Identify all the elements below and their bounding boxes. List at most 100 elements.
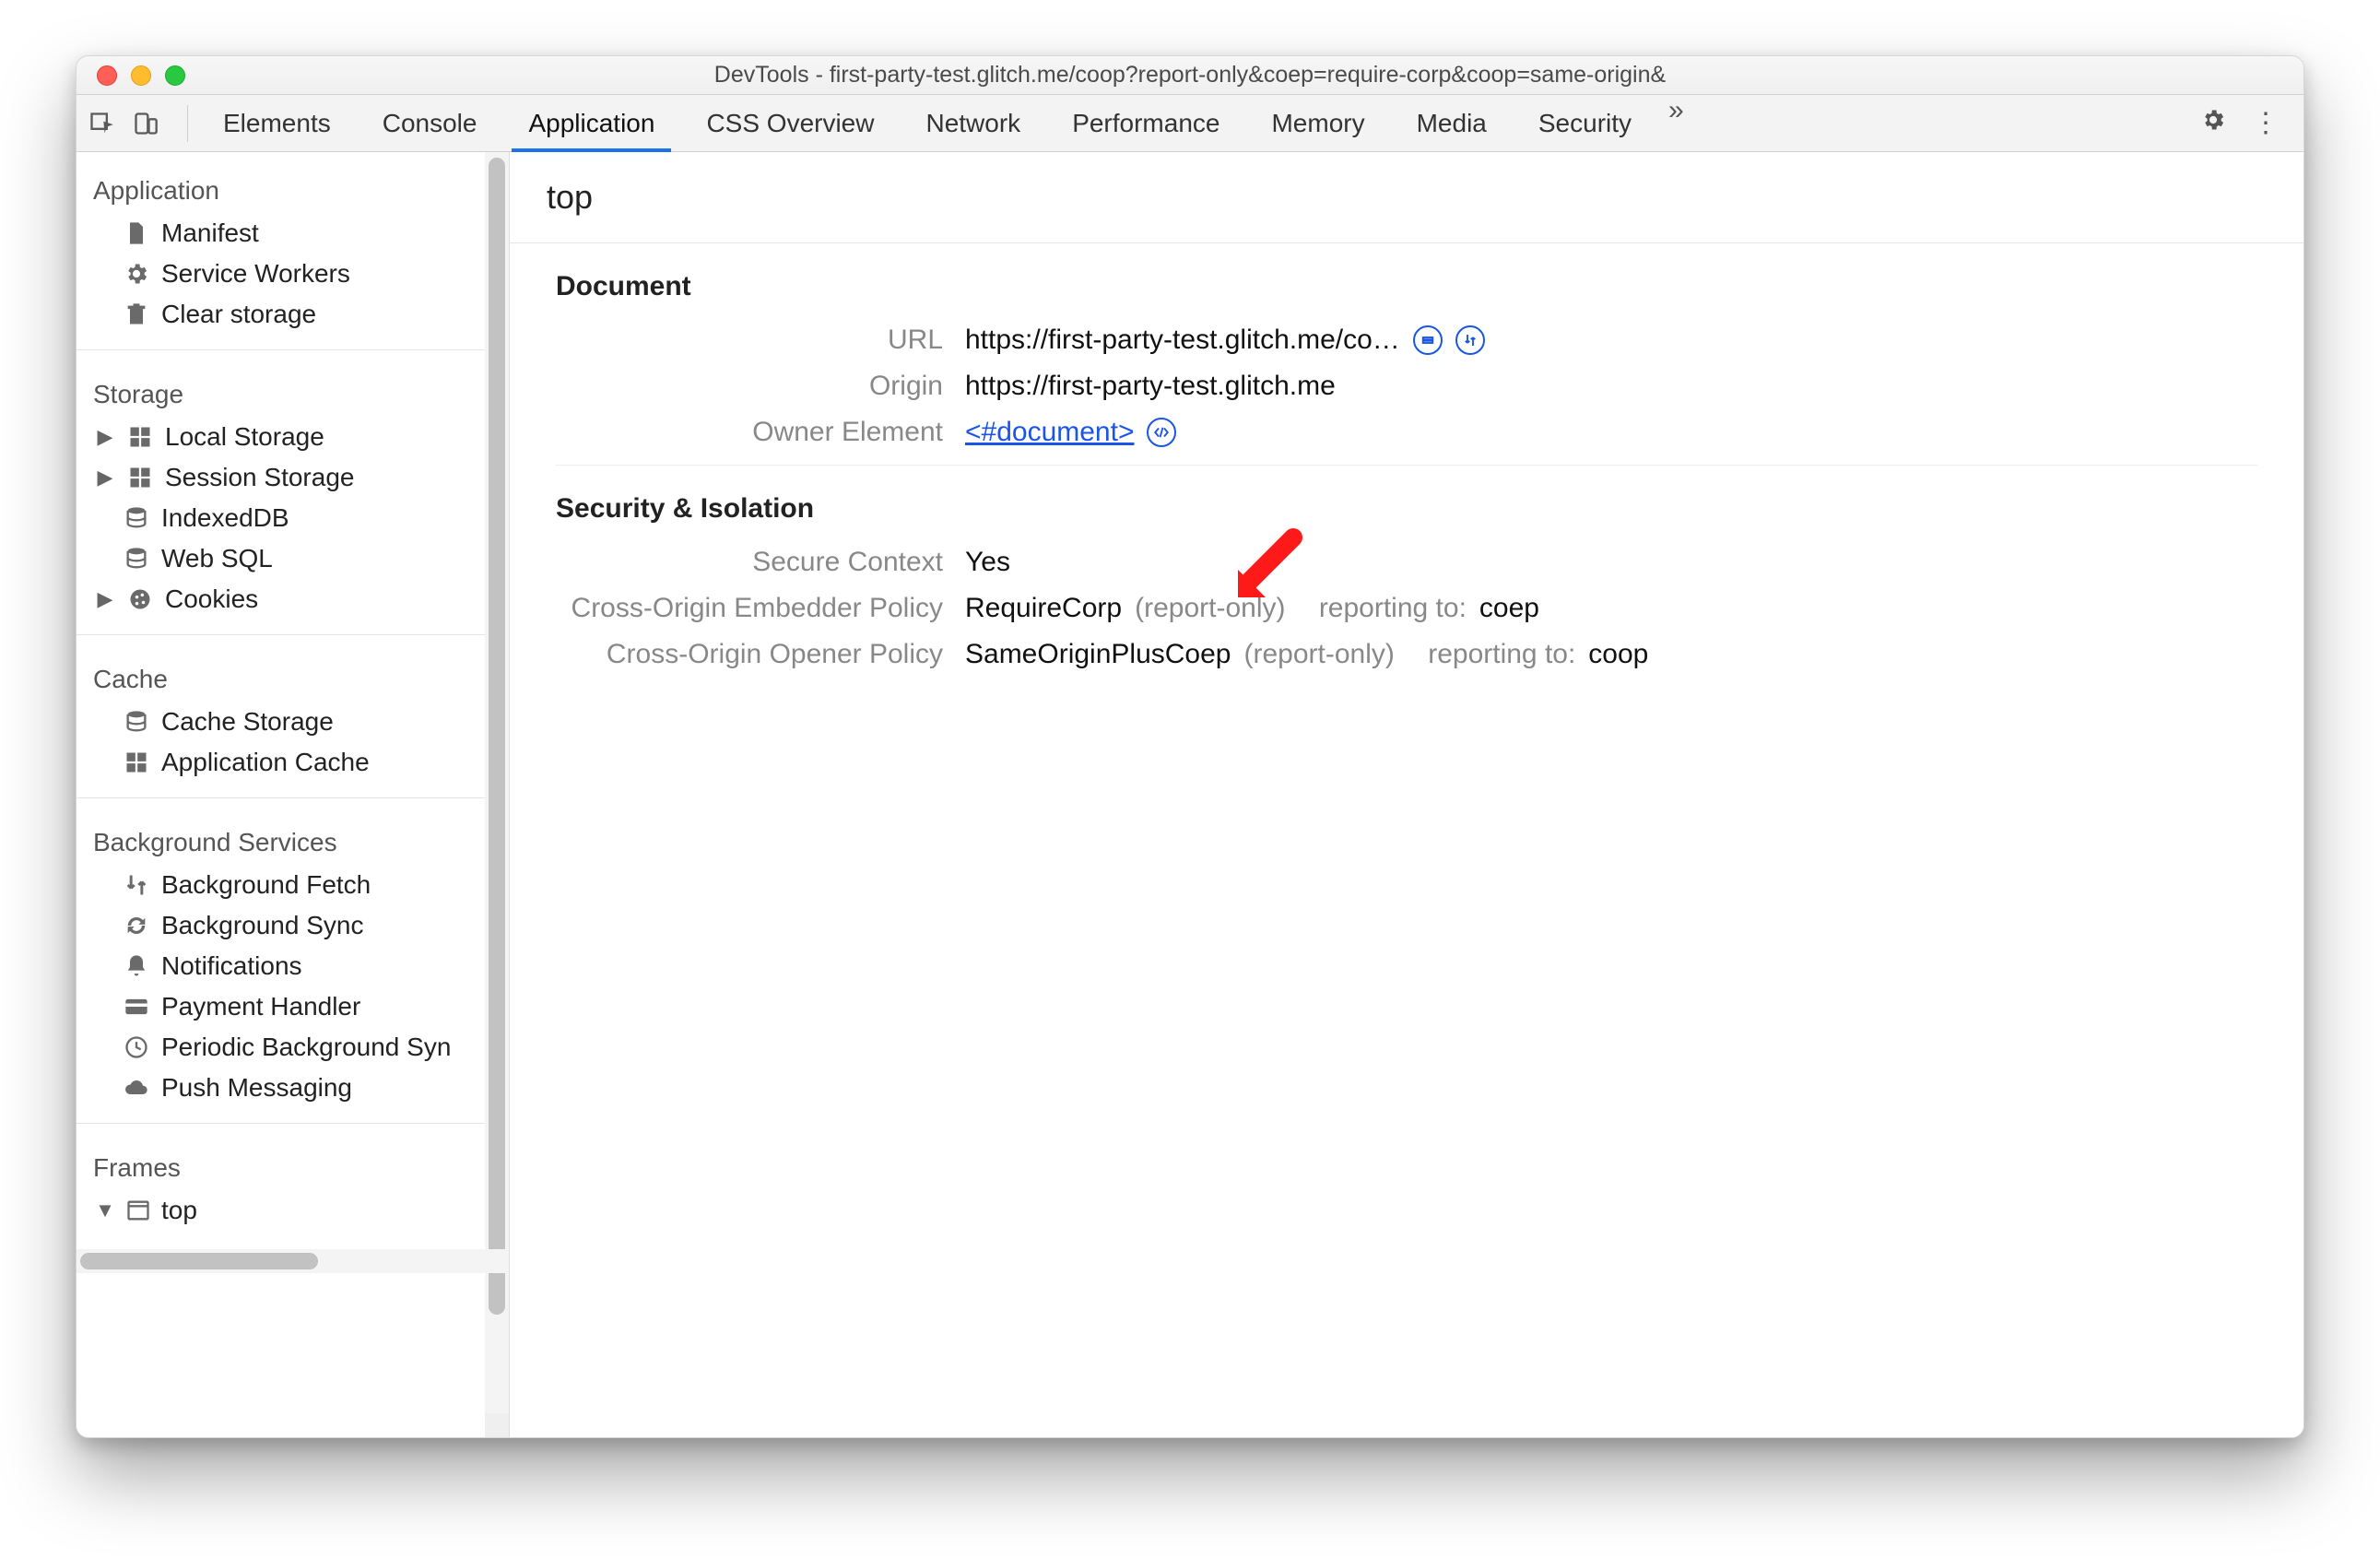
sync-icon — [123, 912, 150, 939]
sidebar-item-background-sync[interactable]: Background Sync — [77, 905, 509, 946]
close-window-button[interactable] — [97, 65, 117, 86]
panel-body: Application Manifest Service Workers Cle… — [77, 152, 2303, 1437]
row-value-secure-context: Yes — [965, 547, 1010, 578]
minimize-window-button[interactable] — [131, 65, 151, 86]
reveal-in-elements-icon[interactable] — [1147, 418, 1176, 447]
collapse-caret-icon[interactable]: ▼ — [95, 1198, 115, 1222]
sidebar-item-label: Application Cache — [161, 748, 370, 777]
row-value-origin: https://first-party-test.glitch.me — [965, 371, 1336, 402]
devtools-window: DevTools - first-party-test.glitch.me/co… — [76, 55, 2304, 1438]
sidebar-scrollbar[interactable] — [485, 152, 509, 1437]
expand-caret-icon[interactable]: ▶ — [95, 466, 115, 490]
sidebar-item-indexeddb[interactable]: IndexedDB — [77, 498, 509, 538]
grid-icon — [123, 749, 150, 776]
maximize-window-button[interactable] — [165, 65, 185, 86]
tab-media[interactable]: Media — [1391, 95, 1513, 151]
sidebar-scroll-thumb[interactable] — [489, 158, 505, 1315]
coop-mode: (report-only) — [1243, 639, 1394, 670]
sidebar-item-manifest[interactable]: Manifest — [77, 213, 509, 254]
section-heading-document: Document — [556, 271, 2257, 302]
inspect-element-icon[interactable] — [88, 110, 115, 137]
grid-icon — [126, 464, 154, 491]
reveal-in-network-icon[interactable] — [1455, 325, 1485, 355]
more-tabs-button[interactable]: » — [1668, 95, 1684, 151]
sidebar-item-session-storage[interactable]: ▶ Session Storage — [77, 457, 509, 498]
devtools-tabbar: Elements Console Application CSS Overvie… — [77, 95, 2303, 152]
sidebar-item-local-storage[interactable]: ▶ Local Storage — [77, 417, 509, 457]
coep-reporting-value: coep — [1479, 593, 1539, 624]
tab-elements[interactable]: Elements — [197, 95, 357, 151]
sidebar-item-payment-handler[interactable]: Payment Handler — [77, 986, 509, 1027]
row-label-owner-element: Owner Element — [556, 417, 943, 448]
cloud-icon — [123, 1074, 150, 1102]
tabbar-divider — [187, 105, 188, 142]
sidebar-section-background-services: Background Services — [77, 813, 509, 865]
tab-css-overview[interactable]: CSS Overview — [680, 95, 900, 151]
database-icon — [123, 545, 150, 572]
coop-reporting-label: reporting to: — [1428, 639, 1575, 670]
sidebar-item-label: Periodic Background Syn — [161, 1033, 451, 1062]
scrollbar-corner — [485, 1413, 509, 1437]
trash-icon — [123, 301, 150, 328]
bell-icon — [123, 952, 150, 980]
card-icon — [123, 993, 150, 1021]
sidebar-item-label: IndexedDB — [161, 503, 289, 533]
tab-network[interactable]: Network — [900, 95, 1046, 151]
window-icon — [124, 1197, 152, 1224]
tab-console[interactable]: Console — [357, 95, 503, 151]
coep-reporting-label: reporting to: — [1319, 593, 1467, 624]
sidebar-item-background-fetch[interactable]: Background Fetch — [77, 865, 509, 905]
tab-security[interactable]: Security — [1513, 95, 1657, 151]
frame-title: top — [510, 152, 2303, 243]
sidebar-item-label: Manifest — [161, 218, 259, 248]
tab-application[interactable]: Application — [502, 95, 680, 151]
row-label-coep: Cross-Origin Embedder Policy — [556, 593, 943, 624]
sidebar-item-label: Push Messaging — [161, 1073, 352, 1103]
clock-icon — [123, 1033, 150, 1061]
sidebar-item-label: Background Fetch — [161, 870, 371, 900]
row-value-coep: RequireCorp — [965, 593, 1122, 624]
sidebar-item-label: Background Sync — [161, 911, 363, 940]
panel-tabs: Elements Console Application CSS Overvie… — [197, 95, 1684, 151]
tab-performance[interactable]: Performance — [1046, 95, 1245, 151]
kebab-menu-button[interactable]: ⋮ — [2239, 107, 2292, 139]
expand-caret-icon[interactable]: ▶ — [95, 425, 115, 449]
sidebar-item-cache-storage[interactable]: Cache Storage — [77, 702, 509, 742]
row-label-origin: Origin — [556, 371, 943, 402]
expand-caret-icon[interactable]: ▶ — [95, 587, 115, 611]
sidebar-item-service-workers[interactable]: Service Workers — [77, 254, 509, 294]
sidebar-item-push-messaging[interactable]: Push Messaging — [77, 1068, 509, 1108]
grid-icon — [126, 423, 154, 451]
sidebar-item-label: Clear storage — [161, 300, 316, 329]
sidebar-h-scrollbar[interactable] — [77, 1249, 509, 1273]
sidebar-item-notifications[interactable]: Notifications — [77, 946, 509, 986]
file-icon — [123, 219, 150, 247]
sidebar-item-websql[interactable]: Web SQL — [77, 538, 509, 579]
cookie-icon — [126, 585, 154, 613]
sidebar-item-cookies[interactable]: ▶ Cookies — [77, 579, 509, 620]
row-value-coop: SameOriginPlusCoep — [965, 639, 1231, 670]
application-sidebar: Application Manifest Service Workers Cle… — [77, 152, 510, 1437]
database-icon — [123, 708, 150, 736]
titlebar: DevTools - first-party-test.glitch.me/co… — [77, 56, 2303, 95]
toggle-device-icon[interactable] — [132, 110, 159, 137]
reveal-in-sources-icon[interactable] — [1413, 325, 1443, 355]
sidebar-item-label: Notifications — [161, 951, 302, 981]
coop-reporting-value: coop — [1588, 639, 1648, 670]
sidebar-section-application: Application — [77, 161, 509, 213]
row-value-url: https://first-party-test.glitch.me/co… — [965, 325, 1400, 356]
section-heading-security: Security & Isolation — [556, 493, 2257, 525]
sidebar-item-application-cache[interactable]: Application Cache — [77, 742, 509, 783]
traffic-lights — [97, 65, 185, 86]
sidebar-item-frame-top[interactable]: ▼ top — [77, 1190, 509, 1231]
sidebar-item-clear-storage[interactable]: Clear storage — [77, 294, 509, 335]
sidebar-h-scroll-thumb[interactable] — [80, 1253, 318, 1269]
sidebar-item-label: Service Workers — [161, 259, 350, 289]
sidebar-section-cache: Cache — [77, 650, 509, 702]
sidebar-item-label: Local Storage — [165, 422, 324, 452]
sidebar-item-periodic-sync[interactable]: Periodic Background Syn — [77, 1027, 509, 1068]
owner-element-link[interactable]: <#document> — [965, 417, 1134, 448]
tab-memory[interactable]: Memory — [1245, 95, 1390, 151]
settings-button[interactable] — [2187, 107, 2239, 140]
frame-details-panel: top Document URL https://first-party-tes… — [510, 152, 2303, 1437]
